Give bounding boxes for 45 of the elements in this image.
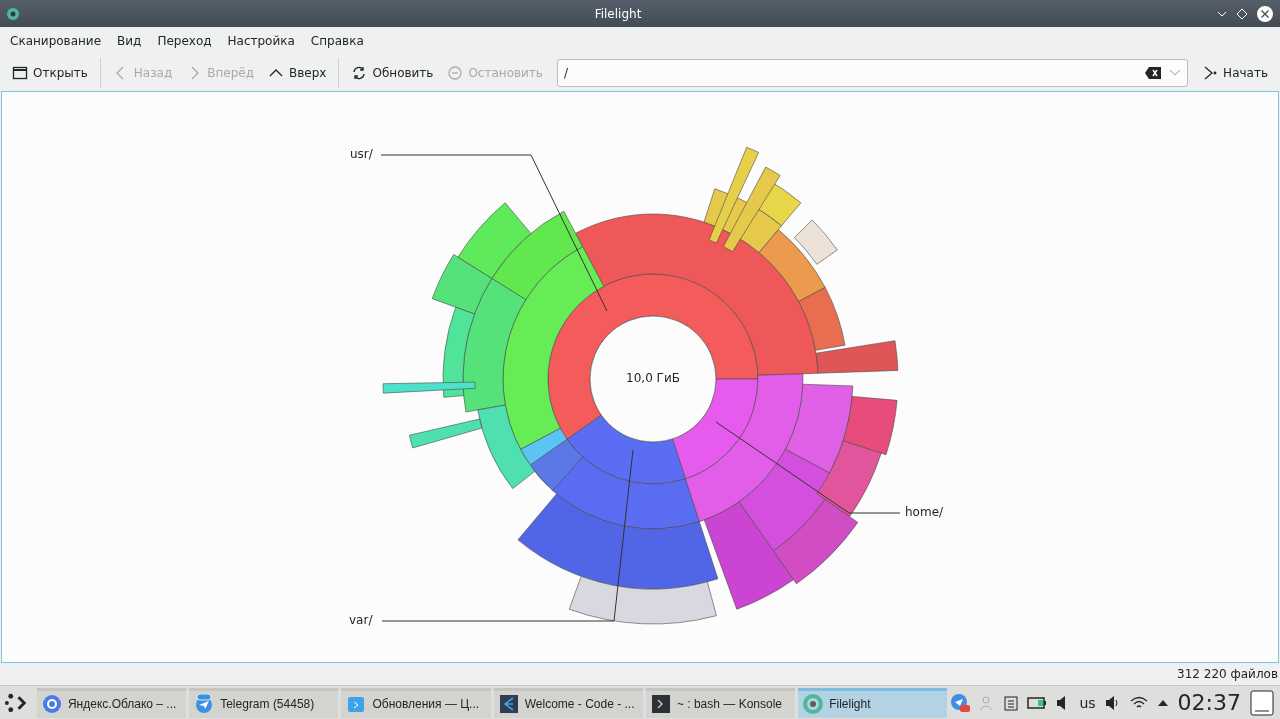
folder-label: usr/ — [350, 147, 373, 161]
file-count: 312 220 файлов — [1177, 667, 1278, 681]
toolbar-button[interactable]: Вверх — [262, 61, 333, 85]
taskbar-task[interactable]: Обновления — Ц... — [341, 687, 491, 718]
notification-icon[interactable] — [950, 692, 971, 713]
paper-plane-icon — [194, 694, 215, 714]
keyboard-layout[interactable]: us — [1079, 694, 1096, 711]
taskbar-task[interactable]: Welcome - Code - ... — [493, 687, 643, 718]
folder-label: home/ — [905, 505, 944, 519]
clock[interactable]: 02:37 — [1177, 690, 1241, 715]
filelight-icon — [803, 694, 824, 714]
app-icon — [6, 6, 20, 21]
dropdown-caret-icon[interactable] — [1169, 69, 1182, 77]
total-size-label: 10,0 ГиБ — [626, 371, 680, 385]
clipboard-icon[interactable] — [1004, 694, 1019, 711]
toolbar-button[interactable]: Обновить — [345, 61, 440, 85]
package-icon — [346, 694, 367, 714]
start-button[interactable]: Начать — [1196, 61, 1274, 85]
code-editor-icon — [498, 694, 519, 714]
terminal-icon — [650, 694, 671, 714]
taskbar-task[interactable]: Яндекс.Облако – ... — [36, 687, 187, 718]
stop-icon — [447, 65, 464, 81]
folder-icon — [12, 65, 28, 81]
taskbar-task[interactable]: ~ : bash — Konsole — [645, 687, 796, 718]
go-arrow-icon — [1202, 65, 1219, 81]
toolbar-button[interactable]: Открыть — [6, 61, 94, 85]
menu-item[interactable]: Настройка — [219, 34, 303, 48]
clear-icon[interactable] — [1145, 67, 1162, 79]
maximize-icon[interactable] — [1236, 7, 1248, 20]
volume-icon[interactable] — [1104, 694, 1121, 711]
window-title: Filelight — [593, 6, 643, 21]
menu-item[interactable]: Вид — [109, 34, 150, 48]
close-icon[interactable] — [1256, 4, 1274, 23]
taskbar-task[interactable]: Telegram (54458) — [189, 687, 339, 718]
expand-tray-icon[interactable] — [1156, 698, 1169, 707]
battery-icon[interactable] — [1027, 696, 1048, 709]
refresh-icon — [351, 65, 368, 81]
taskbar-task[interactable]: Filelight — [798, 687, 948, 718]
folder-label: var/ — [349, 613, 373, 627]
location-field[interactable]: / — [556, 59, 1189, 87]
menu-item[interactable]: Сканирование — [2, 34, 110, 48]
browser-icon — [41, 694, 62, 714]
show-desktop-icon[interactable] — [1250, 689, 1274, 716]
menu-item[interactable]: Переход — [149, 34, 220, 48]
menu-item[interactable]: Справка — [302, 34, 372, 48]
